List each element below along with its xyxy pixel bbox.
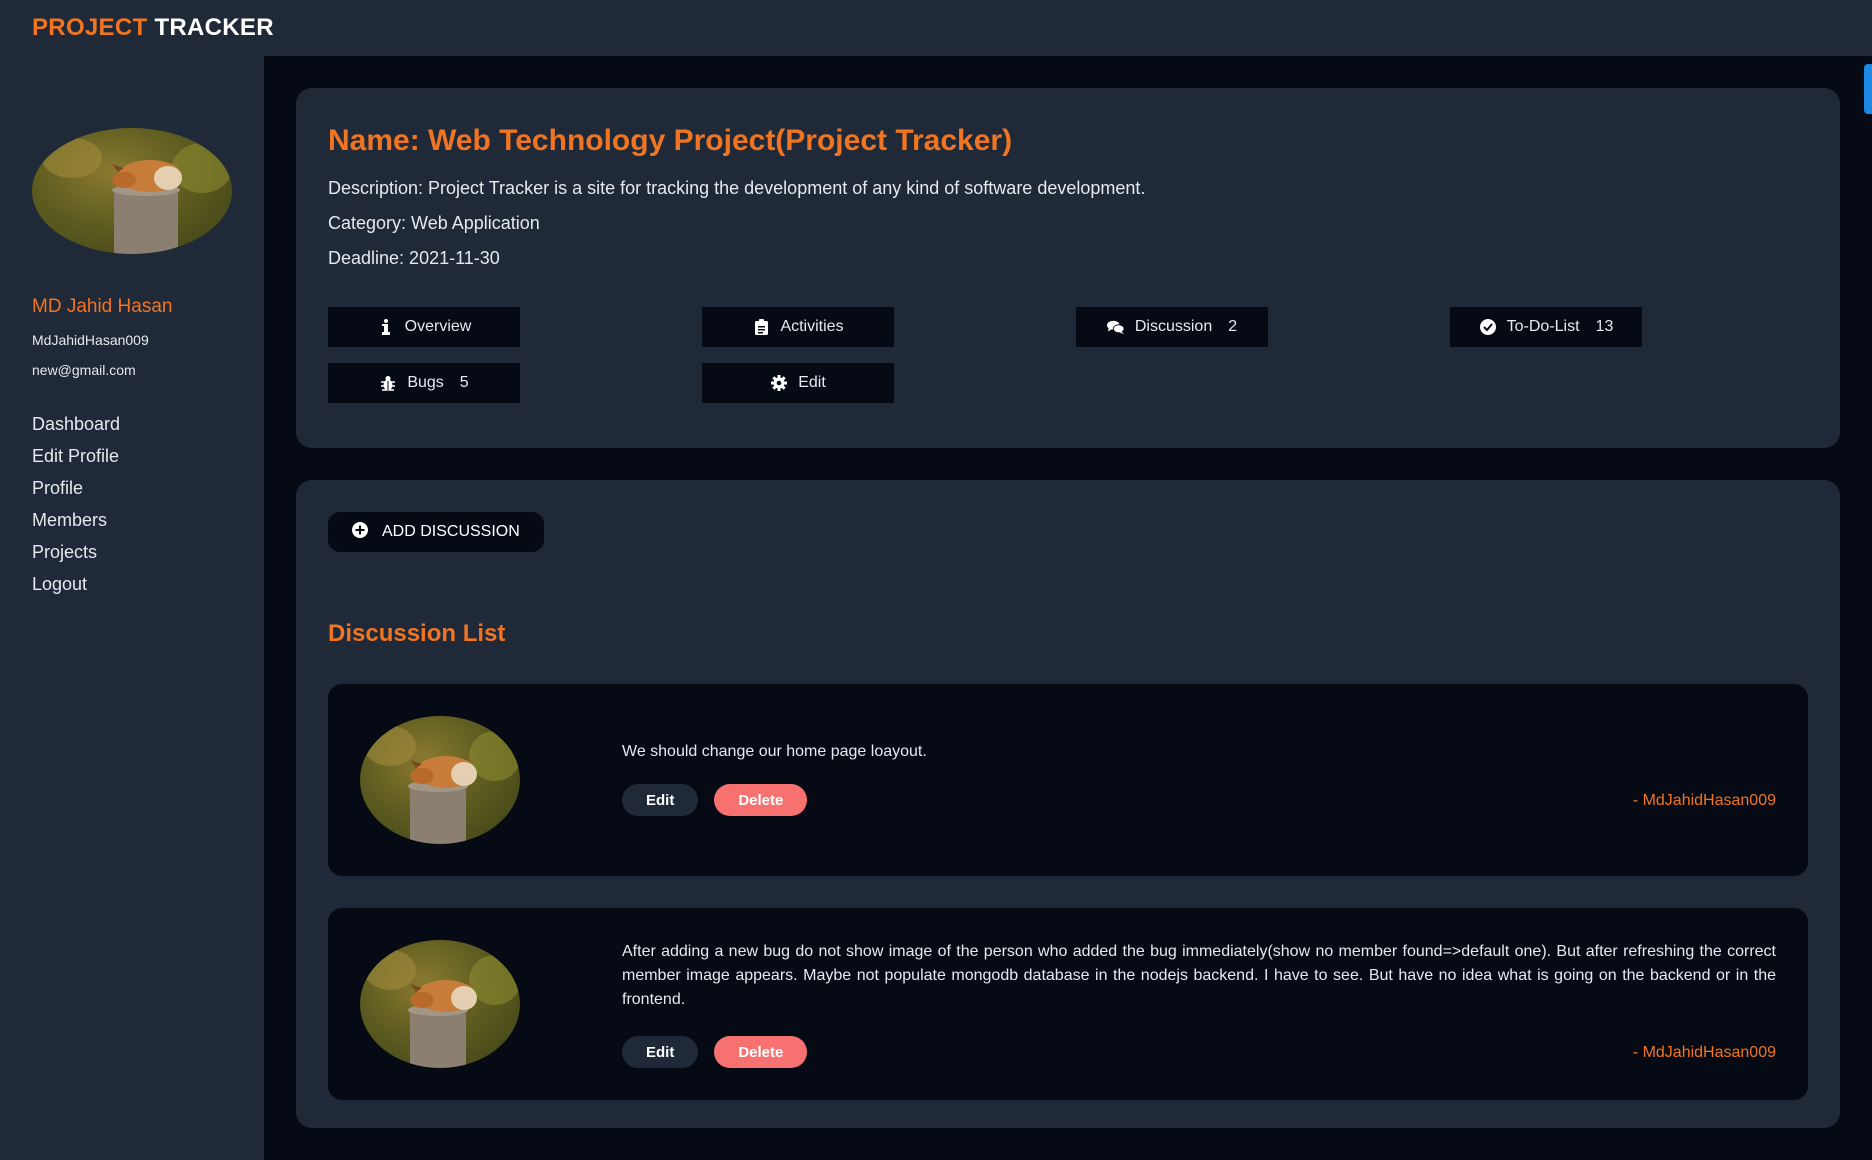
tab-label: Discussion — [1134, 318, 1213, 335]
tab-overview[interactable]: Overview — [328, 307, 520, 347]
sidebar-item-members[interactable]: Members — [32, 504, 264, 536]
discussion-actions: Edit Delete — [622, 784, 808, 816]
delete-discussion-button[interactable]: Delete — [714, 784, 808, 816]
fox-photo — [364, 726, 520, 844]
edit-discussion-button[interactable]: Edit — [622, 1036, 699, 1068]
discussion-text: We should change our home page loayout. — [622, 743, 927, 760]
discussion-author[interactable]: - MdJahidHasan009 — [1633, 792, 1776, 810]
sidebar: MD Jahid Hasan MdJahidHasan009 new@gmail… — [0, 56, 264, 1160]
tab-bugs[interactable]: Bugs 5 — [328, 363, 520, 403]
project-title: Name: Web Technology Project(Project Tra… — [328, 124, 1013, 157]
gear-icon — [770, 374, 788, 392]
sidebar-item-dashboard[interactable]: Dashboard — [32, 408, 264, 440]
discussion-card: ADD DISCUSSION Discussion List We should… — [296, 480, 1840, 1128]
brand-part-project: PROJECT — [32, 14, 148, 41]
tab-label: Bugs — [407, 374, 444, 391]
edit-discussion-button[interactable]: Edit — [622, 784, 699, 816]
tab-label: Edit — [798, 374, 826, 391]
tab-count: 5 — [459, 374, 469, 391]
user-handle: MdJahidHasan009 — [32, 332, 149, 348]
project-tabs: Overview Activities Discussion 2 To-Do-L… — [328, 307, 1808, 403]
add-discussion-button[interactable]: ADD DISCUSSION — [328, 512, 544, 552]
scrollbar-thumb[interactable] — [1864, 64, 1872, 114]
check-circle-icon — [1479, 318, 1497, 336]
discussion-item: After adding a new bug do not show image… — [328, 908, 1808, 1100]
avatar — [360, 940, 520, 1068]
sidebar-nav: Dashboard Edit Profile Profile Members P… — [32, 408, 264, 600]
tab-label: Overview — [404, 318, 472, 335]
tab-count: 2 — [1228, 318, 1238, 335]
tab-label: Activities — [780, 318, 844, 335]
comments-icon — [1106, 318, 1125, 336]
discussion-actions: Edit Delete — [622, 1036, 808, 1068]
tab-edit[interactable]: Edit — [702, 363, 894, 403]
project-deadline: Deadline: 2021-11-30 — [328, 248, 500, 268]
project-description: Description: Project Tracker is a site f… — [328, 178, 1146, 198]
avatar — [360, 716, 520, 844]
info-icon — [377, 318, 395, 336]
tab-todo-list[interactable]: To-Do-List 13 — [1450, 307, 1642, 347]
discussion-text: After adding a new bug do not show image… — [622, 943, 1776, 1008]
brand-logo[interactable]: PROJECT TRACKER — [32, 14, 274, 42]
fox-photo — [42, 138, 232, 254]
discussion-list-title: Discussion List — [328, 620, 506, 647]
delete-discussion-button[interactable]: Delete — [714, 1036, 808, 1068]
project-category: Category: Web Application — [328, 213, 540, 233]
sidebar-item-profile[interactable]: Profile — [32, 472, 264, 504]
clipboard-icon — [752, 318, 770, 336]
brand-part-tracker: TRACKER — [154, 14, 274, 41]
user-name: MD Jahid Hasan — [32, 296, 173, 317]
discussion-author[interactable]: - MdJahidHasan009 — [1633, 1044, 1776, 1062]
avatar — [32, 128, 232, 254]
sidebar-item-logout[interactable]: Logout — [32, 568, 264, 600]
tab-count: 13 — [1595, 318, 1614, 335]
add-discussion-label: ADD DISCUSSION — [382, 523, 520, 540]
plus-circle-icon — [352, 521, 368, 543]
bug-icon — [379, 374, 397, 392]
top-bar: PROJECT TRACKER — [0, 0, 1872, 56]
fox-photo — [364, 950, 520, 1068]
tab-discussion[interactable]: Discussion 2 — [1076, 307, 1268, 347]
tab-activities[interactable]: Activities — [702, 307, 894, 347]
project-info-card: Name: Web Technology Project(Project Tra… — [296, 88, 1840, 448]
discussion-item: We should change our home page loayout. … — [328, 684, 1808, 876]
sidebar-item-edit-profile[interactable]: Edit Profile — [32, 440, 264, 472]
sidebar-item-projects[interactable]: Projects — [32, 536, 264, 568]
tab-label: To-Do-List — [1506, 318, 1580, 335]
user-email: new@gmail.com — [32, 362, 136, 378]
